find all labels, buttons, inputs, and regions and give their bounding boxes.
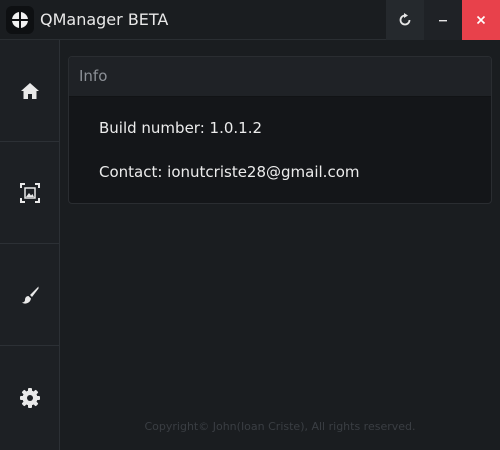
sidebar-item-images[interactable] [0, 142, 59, 244]
gear-icon [19, 388, 40, 408]
sidebar-item-edit[interactable] [0, 244, 59, 346]
image-select-icon [19, 182, 40, 203]
sidebar-item-settings[interactable] [0, 346, 59, 450]
app-title: QManager BETA [40, 10, 169, 29]
refresh-button[interactable] [386, 0, 424, 40]
close-button[interactable] [462, 0, 500, 40]
build-number-text: Build number: 1.0.1.2 [99, 119, 263, 137]
title-bar: QManager BETA [0, 0, 500, 40]
minimize-button[interactable] [424, 0, 462, 40]
info-card: Info Build number: 1.0.1.2 Contact: ionu… [68, 56, 492, 204]
copyright-footer: Copyright© John(Ioan Criste), All rights… [144, 420, 416, 433]
sidebar [0, 40, 60, 450]
home-icon [20, 82, 39, 99]
sidebar-item-home[interactable] [0, 40, 59, 142]
minimize-icon [439, 20, 447, 22]
app-logo-icon [6, 6, 34, 34]
info-card-header: Info [69, 57, 491, 97]
close-icon [476, 15, 486, 25]
brush-icon [21, 286, 38, 304]
refresh-icon [399, 13, 411, 26]
main-content: Info Build number: 1.0.1.2 Contact: ionu… [60, 40, 500, 450]
contact-text: Contact: ionutcriste28@gmail.com [99, 163, 360, 181]
